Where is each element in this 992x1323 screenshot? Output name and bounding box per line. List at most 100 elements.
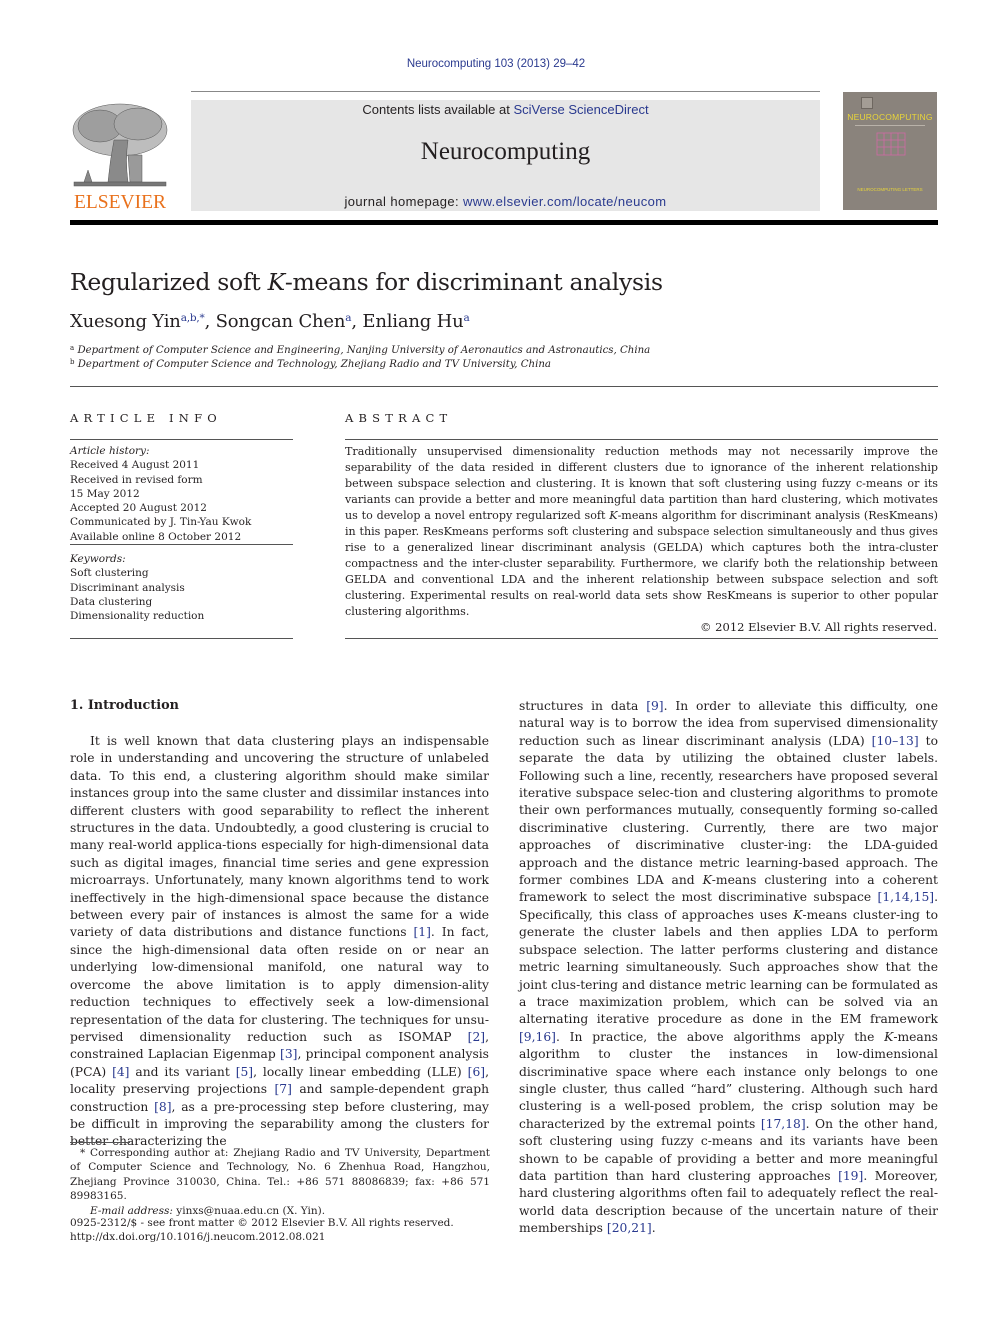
author-name[interactable]: Songcan Chen: [216, 311, 346, 332]
email-label: E-mail address:: [90, 1204, 173, 1217]
title-k-italic: K: [267, 268, 286, 296]
elsevier-wordmark: ELSEVIER: [73, 192, 167, 213]
citation-link[interactable]: [1,14,15]: [878, 890, 935, 904]
text-run: , locally linear embedding (LLE): [253, 1064, 468, 1079]
citation-link[interactable]: [5]: [236, 1065, 253, 1079]
journal-header-band: Contents lists available at SciVerse Sci…: [191, 100, 820, 211]
title-part: Regularized soft: [70, 268, 268, 296]
keyword-item: Soft clustering: [70, 567, 149, 580]
abstract-copyright: © 2012 Elsevier B.V. All rights reserved…: [700, 620, 937, 634]
keywords-rule: [70, 544, 293, 545]
journal-cover-thumbnail[interactable]: NEUROCOMPUTING NEUROCOMPUTING LETTERS: [843, 92, 937, 210]
abstract-text: Traditionally unsupervised dimensionalit…: [345, 444, 938, 620]
elsevier-logo[interactable]: ELSEVIER: [70, 100, 170, 213]
header-divider: [191, 91, 820, 92]
contents-prefix: Contents lists available at: [362, 102, 514, 117]
cover-title: NEUROCOMPUTING: [847, 112, 933, 122]
journal-homepage-link[interactable]: www.elsevier.com/locate/neucom: [463, 194, 666, 209]
affiliation-a: a Department of Computer Science and Eng…: [70, 344, 650, 356]
author-affiliation-marker[interactable]: a,b,*: [181, 312, 205, 324]
citation-link[interactable]: [3]: [280, 1047, 297, 1061]
keyword-item: Dimensionality reduction: [70, 610, 205, 623]
section-heading-introduction: 1. Introduction: [70, 698, 179, 713]
author-separator: ,: [351, 311, 363, 332]
k-italic: K: [884, 1029, 894, 1044]
text-run: structures in data: [519, 699, 647, 713]
front-matter: 0925-2312/$ - see front matter © 2012 El…: [70, 1216, 454, 1245]
history-item: Accepted 20 August 2012: [70, 502, 207, 515]
text-run: . In practice, the above algorithms appl…: [555, 1029, 885, 1044]
citation-link[interactable]: [8]: [154, 1100, 171, 1114]
doi-link[interactable]: http://dx.doi.org/10.1016/j.neucom.2012.…: [70, 1230, 454, 1244]
body-right-column: structures in data [9]. In order to alle…: [519, 698, 938, 1238]
abstract-rule: [345, 439, 938, 440]
affiliation-text: Department of Computer Science and Engin…: [77, 345, 651, 356]
email-address[interactable]: yinxs@nuaa.edu.cn (X. Yin).: [173, 1205, 325, 1217]
journal-citation-link[interactable]: Neurocomputing 103 (2013) 29–42: [0, 58, 992, 70]
author-list: Xuesong Yina,b,*, Songcan Chen a, Enliang…: [70, 311, 470, 332]
article-info-bottom-rule: [70, 638, 293, 639]
author-separator: ,: [204, 311, 216, 332]
abstract-k-italic: K: [609, 509, 618, 522]
citation-link[interactable]: [10–13]: [872, 734, 919, 748]
keywords: Keywords: Soft clustering Discriminant a…: [70, 552, 293, 623]
title-divider: [70, 386, 938, 387]
author-affiliation-marker[interactable]: a: [464, 312, 470, 324]
citation-link[interactable]: [6]: [468, 1065, 485, 1079]
history-item: 15 May 2012: [70, 487, 140, 500]
text-run: . In fact, since the high-dimensional da…: [70, 925, 489, 1044]
article-history-label: Article history:: [70, 445, 150, 457]
footnote-rule: [70, 1142, 130, 1143]
history-item: Received in revised form: [70, 473, 203, 486]
affiliation-text: Department of Computer Science and Techn…: [77, 359, 551, 370]
affiliation-mark: a: [70, 344, 75, 352]
text-run: -means cluster-ing to generate the clust…: [519, 907, 938, 1027]
header-thick-rule: [70, 220, 938, 225]
homepage-prefix: journal homepage:: [344, 194, 463, 209]
abstract-heading: ABSTRACT: [345, 411, 453, 425]
history-item: Received 4 August 2011: [70, 459, 200, 472]
affiliation-mark: b: [70, 358, 75, 366]
intro-paragraph-continued: structures in data [9]. In order to alle…: [519, 698, 938, 1238]
journal-homepage: journal homepage: www.elsevier.com/locat…: [191, 194, 820, 209]
citation-link[interactable]: [9]: [646, 699, 663, 713]
citation-link[interactable]: [7]: [274, 1082, 291, 1096]
cover-subtitle: NEUROCOMPUTING LETTERS: [857, 187, 923, 192]
citation-link[interactable]: [4]: [112, 1065, 129, 1079]
keywords-label: Keywords:: [70, 553, 126, 565]
abstract-bottom-rule: [345, 638, 938, 639]
corresponding-author-text: * Corresponding author at: Zhejiang Radi…: [70, 1147, 490, 1203]
title-part: -means for discriminant analysis: [284, 268, 663, 296]
keyword-item: Discriminant analysis: [70, 581, 185, 594]
history-item: Available online 8 October 2012: [70, 530, 242, 543]
cover-publisher-icon: [861, 97, 873, 109]
article-history: Article history: Received 4 August 2011 …: [70, 444, 293, 544]
text-run: and its variant: [129, 1064, 236, 1079]
citation-link[interactable]: [2]: [468, 1030, 485, 1044]
article-info-rule: [70, 439, 293, 440]
affiliation-b: b Department of Computer Science and Tec…: [70, 358, 551, 370]
cover-rule: [855, 125, 925, 126]
contents-availability: Contents lists available at SciVerse Sci…: [191, 102, 820, 117]
sciencedirect-link[interactable]: SciVerse ScienceDirect: [513, 102, 648, 117]
text-run: -means algorithm to cluster the instance…: [519, 1029, 938, 1131]
abstract-part: -means algorithm for discriminant analys…: [345, 509, 938, 618]
author-name[interactable]: Enliang Hu: [362, 311, 463, 332]
cover-grid-graphic: [876, 132, 906, 156]
article-title: Regularized soft K-means for discriminan…: [70, 268, 663, 296]
citation-link[interactable]: [20,21]: [607, 1221, 652, 1235]
citation-link[interactable]: [9,16]: [519, 1030, 556, 1044]
citation-link[interactable]: [19]: [838, 1169, 863, 1183]
body-left-column: It is well known that data clustering pl…: [70, 733, 489, 1151]
k-italic: K: [702, 873, 712, 888]
intro-paragraph: It is well known that data clustering pl…: [70, 733, 489, 1151]
history-item: Communicated by J. Tin-Yau Kwok: [70, 516, 252, 529]
author-name[interactable]: Xuesong Yin: [70, 311, 181, 332]
text-run: to separate the data by utilizing the ob…: [519, 733, 938, 888]
corresponding-author-footnote: * Corresponding author at: Zhejiang Radi…: [70, 1146, 490, 1218]
issn-line: 0925-2312/$ - see front matter © 2012 El…: [70, 1217, 454, 1229]
journal-name: Neurocomputing: [420, 138, 591, 165]
text-run: It is well known that data clustering pl…: [70, 734, 489, 940]
citation-link[interactable]: [1]: [413, 925, 430, 939]
citation-link[interactable]: [17,18]: [761, 1117, 806, 1131]
